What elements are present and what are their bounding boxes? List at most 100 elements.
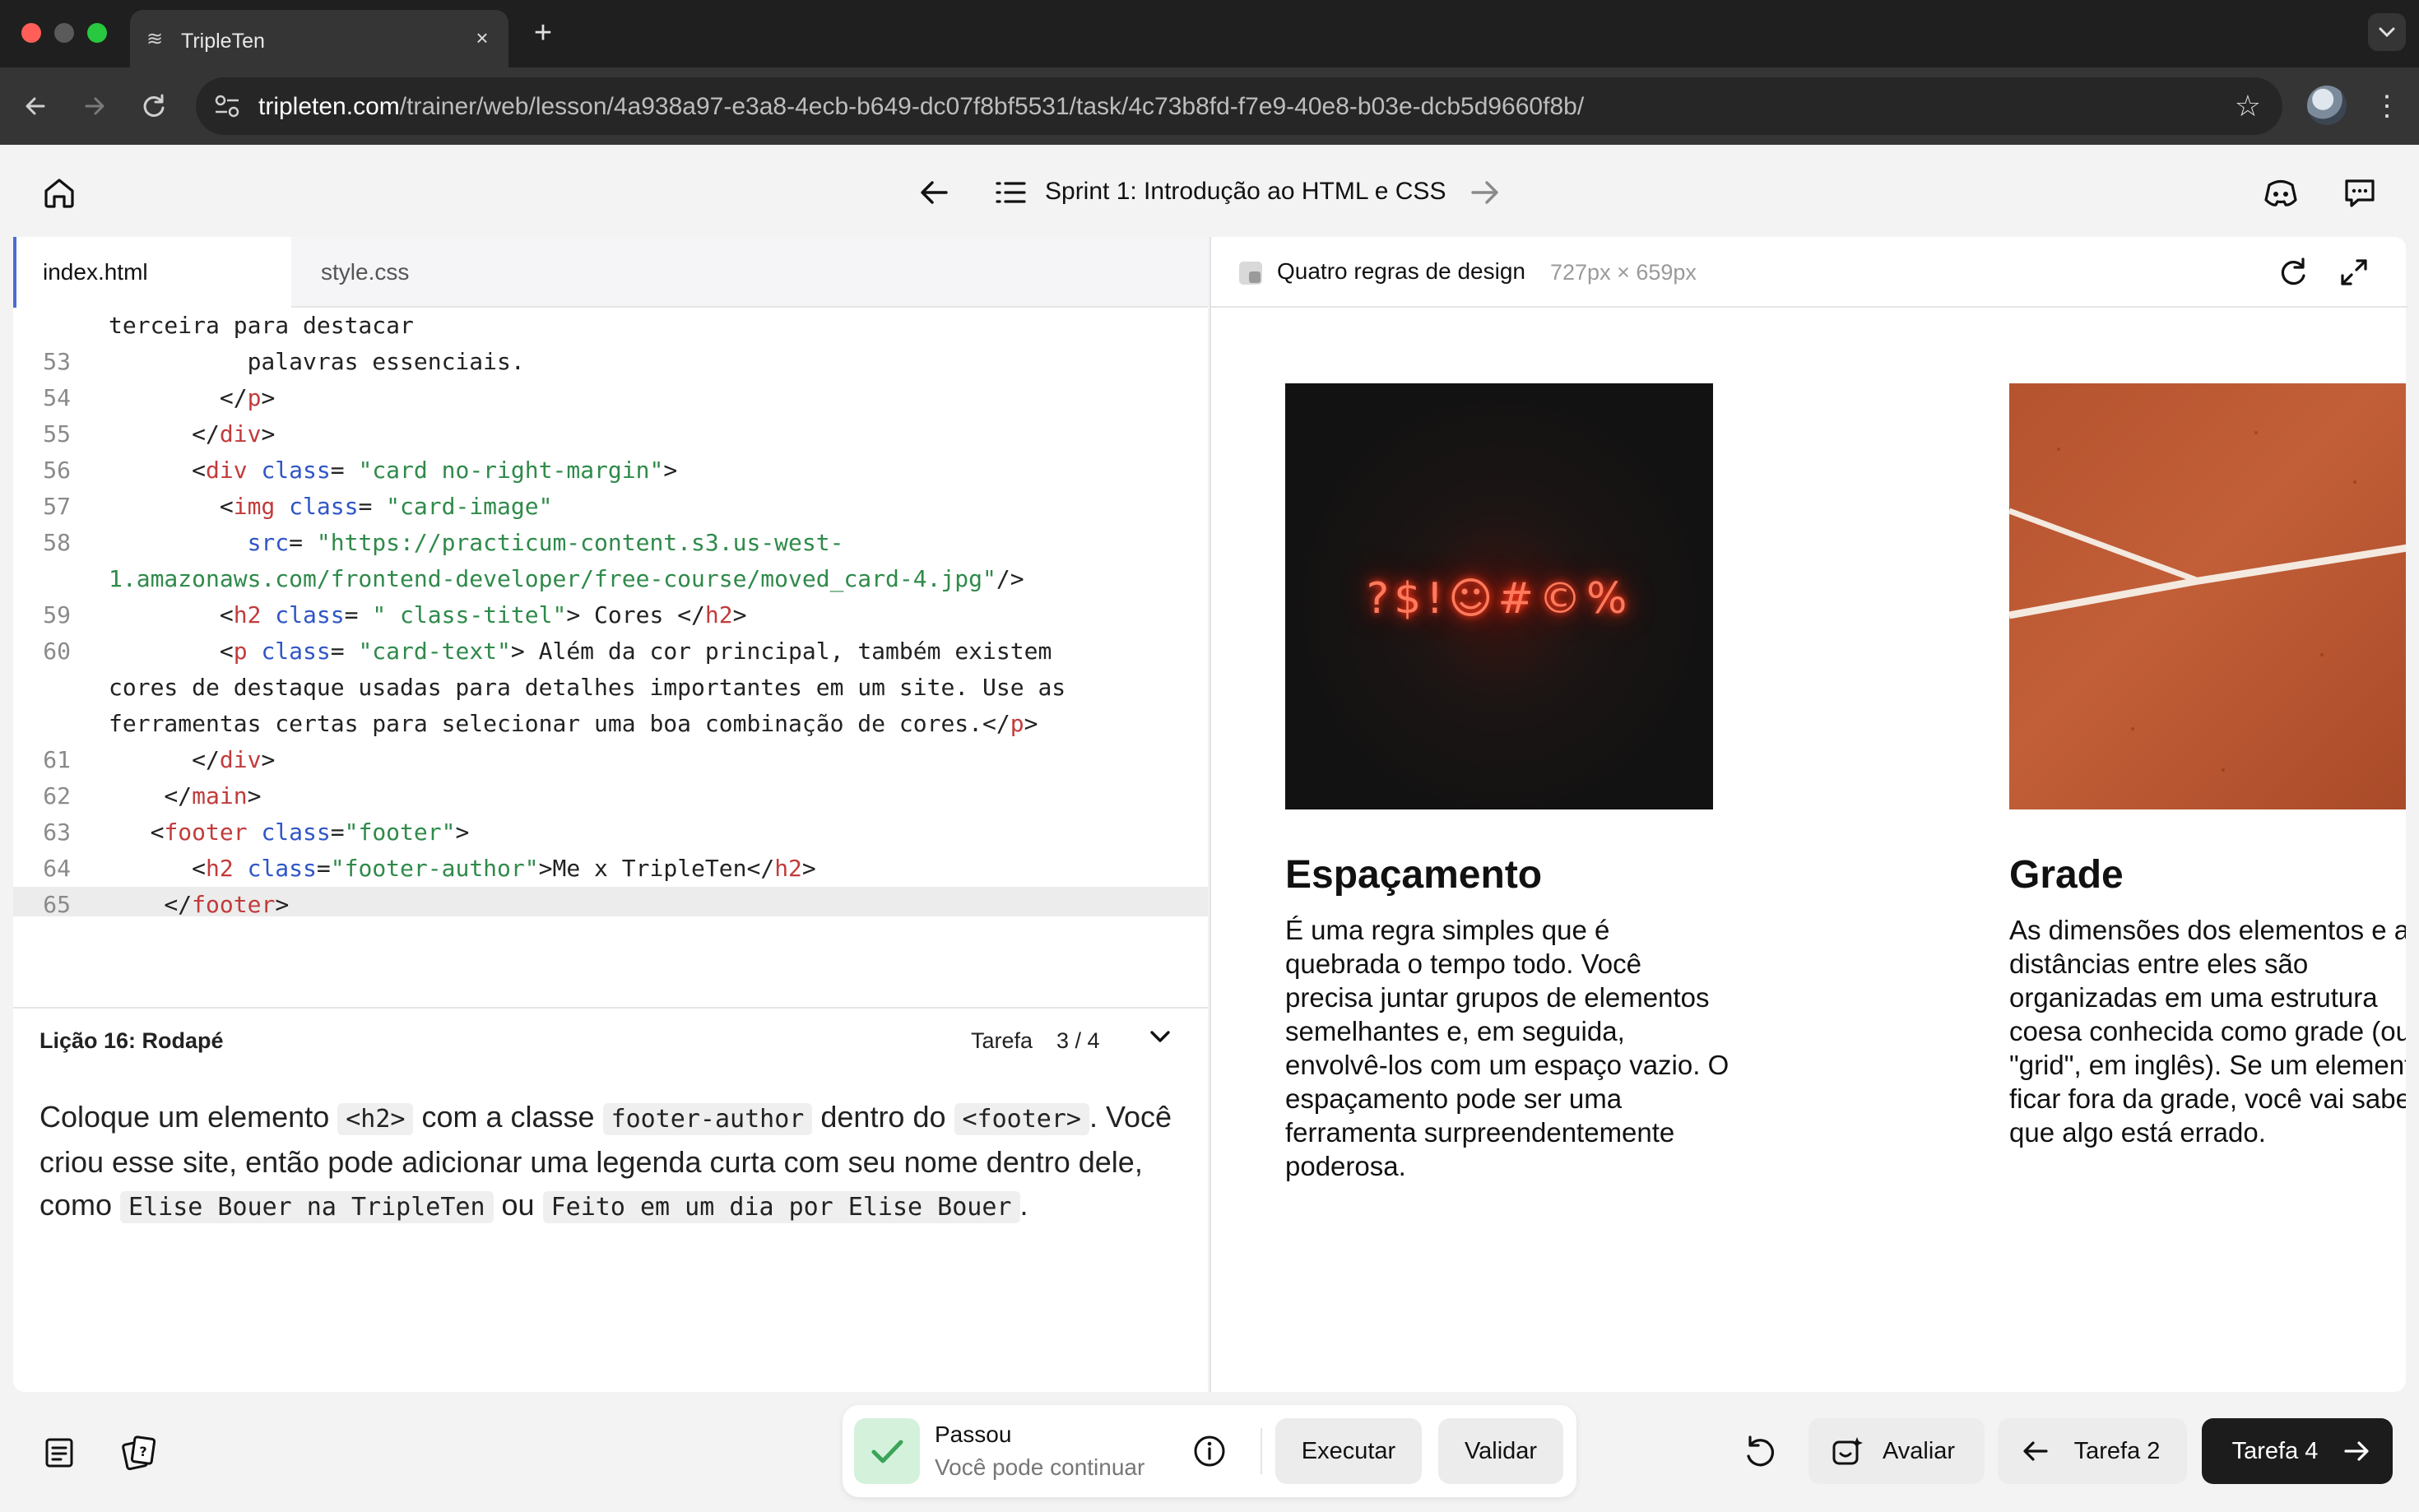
window-maximize-button[interactable]: [87, 23, 107, 43]
instruction-text: ou: [493, 1188, 543, 1222]
reload-button[interactable]: [135, 87, 173, 125]
code-snippet: <h2>: [337, 1103, 414, 1135]
code-line: 57 <img class= "card-image": [43, 493, 553, 520]
code-line: 53 palavras essenciais.: [43, 348, 525, 375]
review-label: Avaliar: [1882, 1438, 1956, 1464]
lesson-list-icon[interactable]: [992, 174, 1028, 211]
next-task-button[interactable]: Tarefa 4: [2202, 1418, 2393, 1484]
arrow-left-icon: [2023, 1441, 2048, 1461]
code-editor[interactable]: terceira para destacar 53 palavras essen…: [13, 308, 1208, 916]
lesson-title: Lição 16: Rodapé: [39, 1028, 224, 1053]
url-host: tripleten.com: [258, 93, 400, 120]
reset-code-icon[interactable]: [1739, 1431, 1781, 1473]
expand-icon[interactable]: [2335, 253, 2373, 291]
validation-status: Passou Você pode continuar Executar Vali…: [843, 1405, 1576, 1497]
panel-divider: [13, 1007, 1208, 1009]
card-title: Grade: [2009, 853, 2124, 897]
arrow-right-icon: [85, 97, 104, 115]
code-snippet: <footer>: [954, 1103, 1089, 1135]
court-lines-graphic: [2009, 431, 2406, 772]
code-line: 55 </div>: [43, 420, 276, 448]
profile-avatar[interactable]: [2307, 86, 2347, 125]
code-line: 60 <p class= "card-text"> Além da cor pr…: [43, 638, 1052, 665]
discord-icon[interactable]: [2261, 173, 2301, 212]
browser-tab[interactable]: ≋ TripleTen ×: [130, 10, 508, 67]
browser-menu-icon[interactable]: ⋮: [2368, 87, 2406, 125]
task-progress: 3 / 4: [1056, 1028, 1100, 1053]
chat-icon[interactable]: [2340, 173, 2380, 212]
ai-review-icon: [1832, 1437, 1863, 1465]
svg-text:?: ?: [139, 1444, 146, 1459]
page-favicon-icon: [1239, 262, 1262, 285]
checkmark-icon: [871, 1440, 903, 1463]
refresh-preview-icon[interactable]: [2274, 253, 2312, 291]
task-instruction: Coloque um elemento <h2> com a classe fo…: [39, 1096, 1191, 1229]
code-line: cores de destaque usadas para detalhes i…: [109, 674, 1066, 701]
instruction-text: Coloque um elemento: [39, 1100, 338, 1134]
home-icon[interactable]: [39, 173, 79, 212]
prev-task-button[interactable]: Tarefa 2: [1998, 1418, 2187, 1484]
code-line: 62 </main>: [43, 782, 262, 809]
window-close-button[interactable]: [21, 23, 41, 43]
status-title: Passou: [935, 1422, 1012, 1447]
code-line: 64 <h2 class="footer-author">Me x Triple…: [43, 855, 816, 882]
bookmark-star-icon[interactable]: ☆: [2235, 89, 2261, 123]
code-line: 63 <footer class="footer">: [43, 819, 470, 846]
chevron-down-icon: [2379, 27, 2395, 38]
code-line-highlighted: 65 </footer>: [13, 887, 1208, 916]
code-line: ferramentas certas para selecionar uma b…: [109, 710, 1038, 737]
url-path: /trainer/web/lesson/4a938a97-e3a8-4ecb-b…: [399, 93, 1585, 120]
site-settings-icon[interactable]: [212, 92, 242, 120]
neon-symbols: ?$!☺#©%: [1366, 574, 1632, 624]
sprint-title[interactable]: Sprint 1: Introdução ao HTML e CSS: [1045, 178, 1446, 206]
arrow-left-icon: [26, 97, 45, 115]
arrow-right-icon: [2344, 1441, 2369, 1461]
preview-header: Quatro regras de design 727px × 659px: [1211, 237, 2407, 308]
card-title: Espaçamento: [1285, 853, 1543, 897]
card-text: É uma regra simples que é quebrada o tem…: [1285, 915, 1730, 1181]
app-header: Sprint 1: Introdução ao HTML e CSS: [0, 145, 2419, 237]
forward-button[interactable]: [76, 87, 114, 125]
status-subtitle: Você pode continuar: [935, 1454, 1145, 1480]
preview-size: 727px × 659px: [1550, 260, 1697, 285]
new-tab-button[interactable]: +: [527, 15, 559, 51]
tab-search-button[interactable]: [2368, 13, 2406, 51]
tab-index-html[interactable]: index.html: [13, 237, 291, 308]
code-snippet: Feito em um dia por Elise Bouer: [542, 1191, 1020, 1223]
info-icon[interactable]: [1191, 1433, 1228, 1469]
reload-icon: [143, 94, 165, 117]
preview-panel: Quatro regras de design 727px × 659px ?$…: [1210, 237, 2407, 1392]
back-button[interactable]: [16, 87, 54, 125]
neon-sign-image: ?$!☺#©%: [1285, 383, 1713, 809]
address-bar[interactable]: tripleten.com/trainer/web/lesson/4a938a9…: [196, 77, 2282, 135]
code-snippet: Elise Bouer na TripleTen: [120, 1191, 494, 1223]
url-text: tripleten.com/trainer/web/lesson/4a938a9…: [258, 93, 1584, 121]
window-minimize-button[interactable]: [54, 23, 74, 43]
file-tabs: index.html style.css: [13, 237, 1208, 308]
card-text: As dimensões dos elementos e as distânci…: [2009, 915, 2406, 1148]
tab-close-icon[interactable]: ×: [467, 23, 497, 53]
browser-tab-title: TripleTen: [181, 30, 265, 53]
code-snippet: footer-author: [602, 1103, 813, 1135]
tab-style-css[interactable]: style.css: [295, 237, 640, 308]
review-button[interactable]: Avaliar: [1808, 1418, 1985, 1484]
preview-page-title: Quatro regras de design: [1277, 258, 1525, 284]
browser-toolbar: tripleten.com/trainer/web/lesson/4a938a9…: [0, 67, 2419, 145]
clay-court-image: [2009, 383, 2406, 809]
code-line: 1.amazonaws.com/frontend-developer/free-…: [109, 565, 1024, 592]
instruction-text: com a classe: [413, 1100, 603, 1134]
code-line: 58 src= "https://practicum-content.s3.us…: [43, 529, 844, 556]
notes-icon[interactable]: [39, 1433, 79, 1473]
collapse-chevron-icon[interactable]: [1142, 1018, 1178, 1055]
highlighted-line-number: 65: [43, 891, 71, 916]
help-cards-icon[interactable]: ?: [118, 1431, 160, 1473]
tripleten-favicon-icon: ≋: [146, 28, 164, 50]
browser-tabstrip: ≋ TripleTen × +: [0, 0, 2419, 67]
next-lesson-arrow-icon[interactable]: [1465, 173, 1504, 212]
success-badge: [854, 1418, 920, 1484]
prev-lesson-arrow-icon[interactable]: [915, 173, 954, 212]
code-line: 54 </p>: [43, 384, 276, 411]
run-button[interactable]: Executar: [1275, 1418, 1422, 1484]
code-line: 59 <h2 class= " class-titel"> Cores </h2…: [43, 601, 747, 628]
validate-button[interactable]: Validar: [1438, 1418, 1563, 1484]
